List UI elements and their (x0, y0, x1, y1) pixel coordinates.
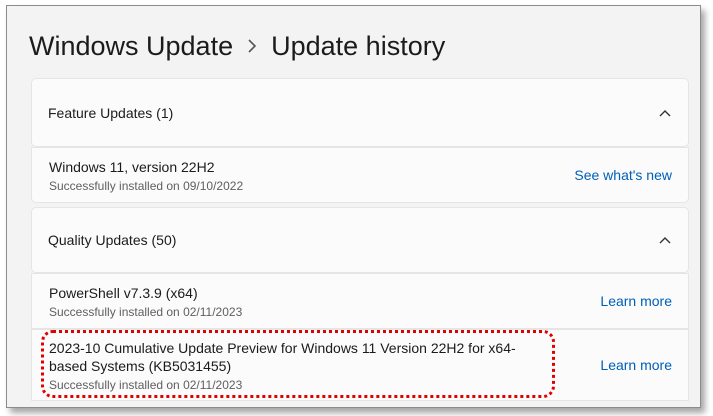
page-title: Update history (271, 30, 446, 61)
update-status: Successfully installed on 02/11/2023 (49, 377, 243, 392)
list-item: Windows 11, version 22H2 Successfully in… (31, 147, 689, 203)
learn-more-link[interactable]: Learn more (600, 293, 672, 309)
feature-updates-label: Feature Updates (1) (48, 104, 174, 121)
list-item: 2023-10 Cumulative Update Preview for Wi… (31, 329, 689, 401)
update-status: Successfully installed on 02/11/2023 (49, 304, 243, 319)
quality-updates-header[interactable]: Quality Updates (50) (32, 208, 688, 272)
settings-window: Windows Update Update history Feature Up… (6, 5, 701, 408)
quality-updates-label: Quality Updates (50) (48, 232, 177, 248)
breadcrumb-parent[interactable]: Windows Update (29, 31, 233, 62)
update-status: Successfully installed on 09/10/2022 (49, 178, 244, 193)
list-item: PowerShell v7.3.9 (x64) Successfully ins… (31, 273, 689, 329)
learn-more-link[interactable]: Learn more (600, 357, 672, 373)
chevron-up-icon[interactable] (658, 106, 672, 120)
chevron-up-icon[interactable] (658, 233, 672, 247)
quality-updates-section[interactable]: Quality Updates (50) (31, 207, 689, 273)
chevron-right-icon (247, 39, 257, 53)
feature-updates-section[interactable]: Feature Updates (1) (31, 78, 689, 147)
update-title: PowerShell v7.3.9 (x64) (49, 284, 198, 301)
feature-updates-header[interactable]: Feature Updates (1) (32, 79, 688, 146)
update-title: 2023-10 Cumulative Update Preview for Wi… (49, 339, 516, 374)
update-title: Windows 11, version 22H2 (49, 158, 215, 175)
see-whats-new-link[interactable]: See what's new (574, 167, 672, 183)
breadcrumb: Windows Update Update history (29, 26, 445, 66)
